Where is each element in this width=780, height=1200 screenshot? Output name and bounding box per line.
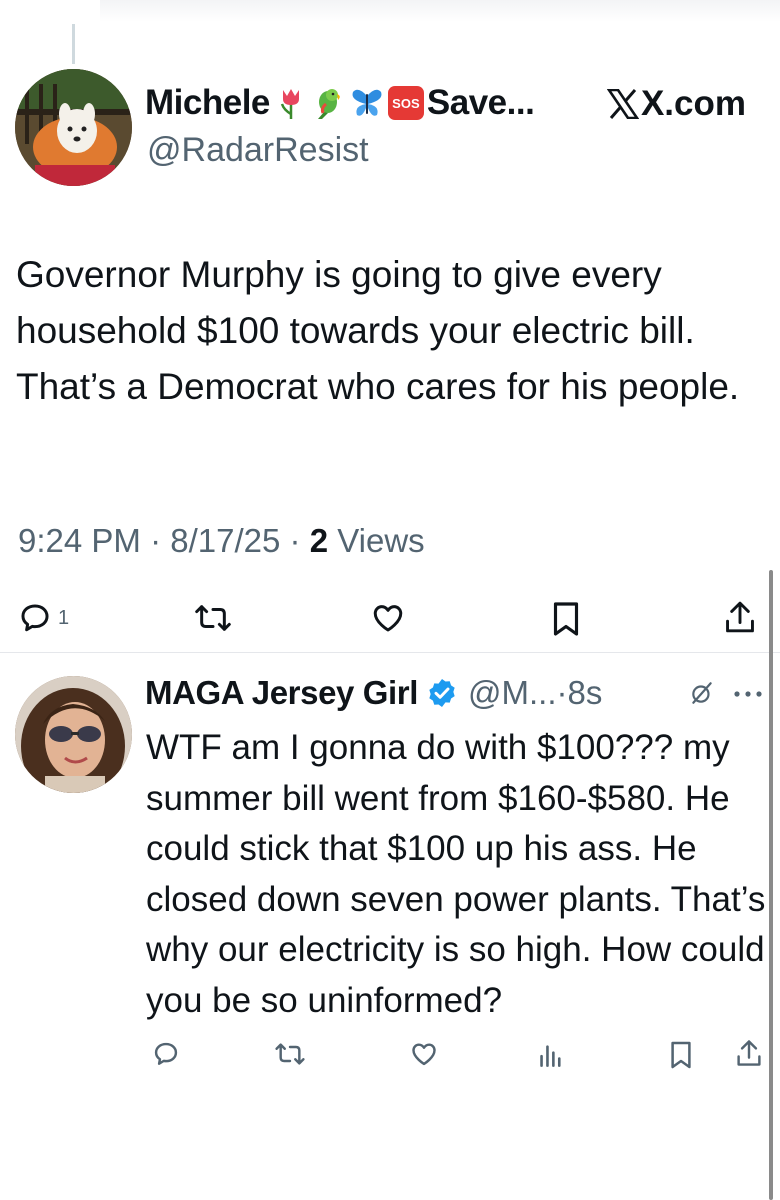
reply-header: MAGA Jersey Girl @M... · 8s (145, 668, 602, 718)
like-button[interactable] (370, 601, 406, 635)
reply-handle[interactable]: @M... (468, 674, 557, 712)
meta-separator: · (289, 522, 301, 559)
reply-avatar[interactable] (15, 676, 132, 793)
reply-views-button[interactable] (539, 1042, 563, 1068)
scrollbar[interactable] (769, 570, 773, 1200)
tweet-actions: 1 (0, 595, 780, 645)
reply-icon (154, 1042, 178, 1065)
sos-emoji: SOS (387, 86, 424, 120)
bookmark-button[interactable] (551, 601, 581, 637)
reply-time[interactable]: 8s (568, 674, 603, 712)
views-label: Views (337, 522, 425, 559)
share-button[interactable] (723, 599, 757, 635)
reply-icon (21, 604, 49, 632)
handle[interactable]: @RadarResist (147, 131, 369, 170)
source-label: X.com (606, 84, 746, 124)
analytics-icon (540, 1045, 561, 1067)
reply-count: 1 (58, 606, 70, 629)
reply-display-name[interactable]: MAGA Jersey Girl (145, 674, 418, 712)
reply-text: WTF am I gonna do with $100??? my summer… (146, 728, 766, 1020)
retweet-icon (195, 605, 231, 631)
parrot-emoji (317, 89, 340, 119)
reply-bookmark-button[interactable] (669, 1040, 693, 1070)
verified-badge-icon (429, 679, 455, 707)
display-name[interactable]: Michele (145, 83, 270, 123)
tweet-text: Governor Murphy is going to give every h… (16, 254, 740, 407)
divider (0, 652, 780, 653)
share-icon (737, 1040, 761, 1066)
more-options-icon[interactable] (733, 690, 763, 698)
bookmark-icon (553, 602, 579, 636)
avatar-dog-image (15, 69, 132, 186)
meta-separator: · (150, 522, 162, 559)
heart-icon (373, 605, 403, 632)
avatar[interactable] (15, 69, 132, 186)
tweet-meta: 9:24 PM · 8/17/25 · 2 Views (18, 522, 425, 560)
retweet-icon (275, 1043, 305, 1065)
reply-like-button[interactable] (409, 1040, 439, 1068)
thread-line (72, 24, 75, 64)
butterfly-emoji (352, 89, 382, 116)
tweet-date[interactable]: 8/17/25 (170, 522, 280, 559)
display-name-truncated[interactable]: Save... (427, 83, 535, 123)
tulip-emoji (280, 89, 299, 119)
views-count: 2 (309, 522, 329, 559)
share-icon (726, 601, 754, 633)
reply-actions (0, 1038, 780, 1078)
x-logo-icon (606, 89, 639, 119)
avatar-woman-image (15, 676, 132, 793)
reply-share-button[interactable] (735, 1038, 763, 1068)
top-fade (100, 0, 780, 22)
author-name-row[interactable]: Michele SOS Save... (145, 80, 535, 126)
tweet-time[interactable]: 9:24 PM (18, 522, 141, 559)
source-text: X.com (640, 84, 746, 123)
grok-icon[interactable] (689, 680, 715, 706)
bookmark-icon (671, 1041, 691, 1069)
retweet-button[interactable] (194, 601, 232, 635)
reply-reply-button[interactable] (152, 1040, 180, 1068)
reply-retweet-button[interactable] (274, 1040, 306, 1068)
heart-icon (412, 1043, 436, 1066)
reply-separator: · (556, 674, 568, 711)
reply-button[interactable]: 1 (18, 601, 69, 635)
